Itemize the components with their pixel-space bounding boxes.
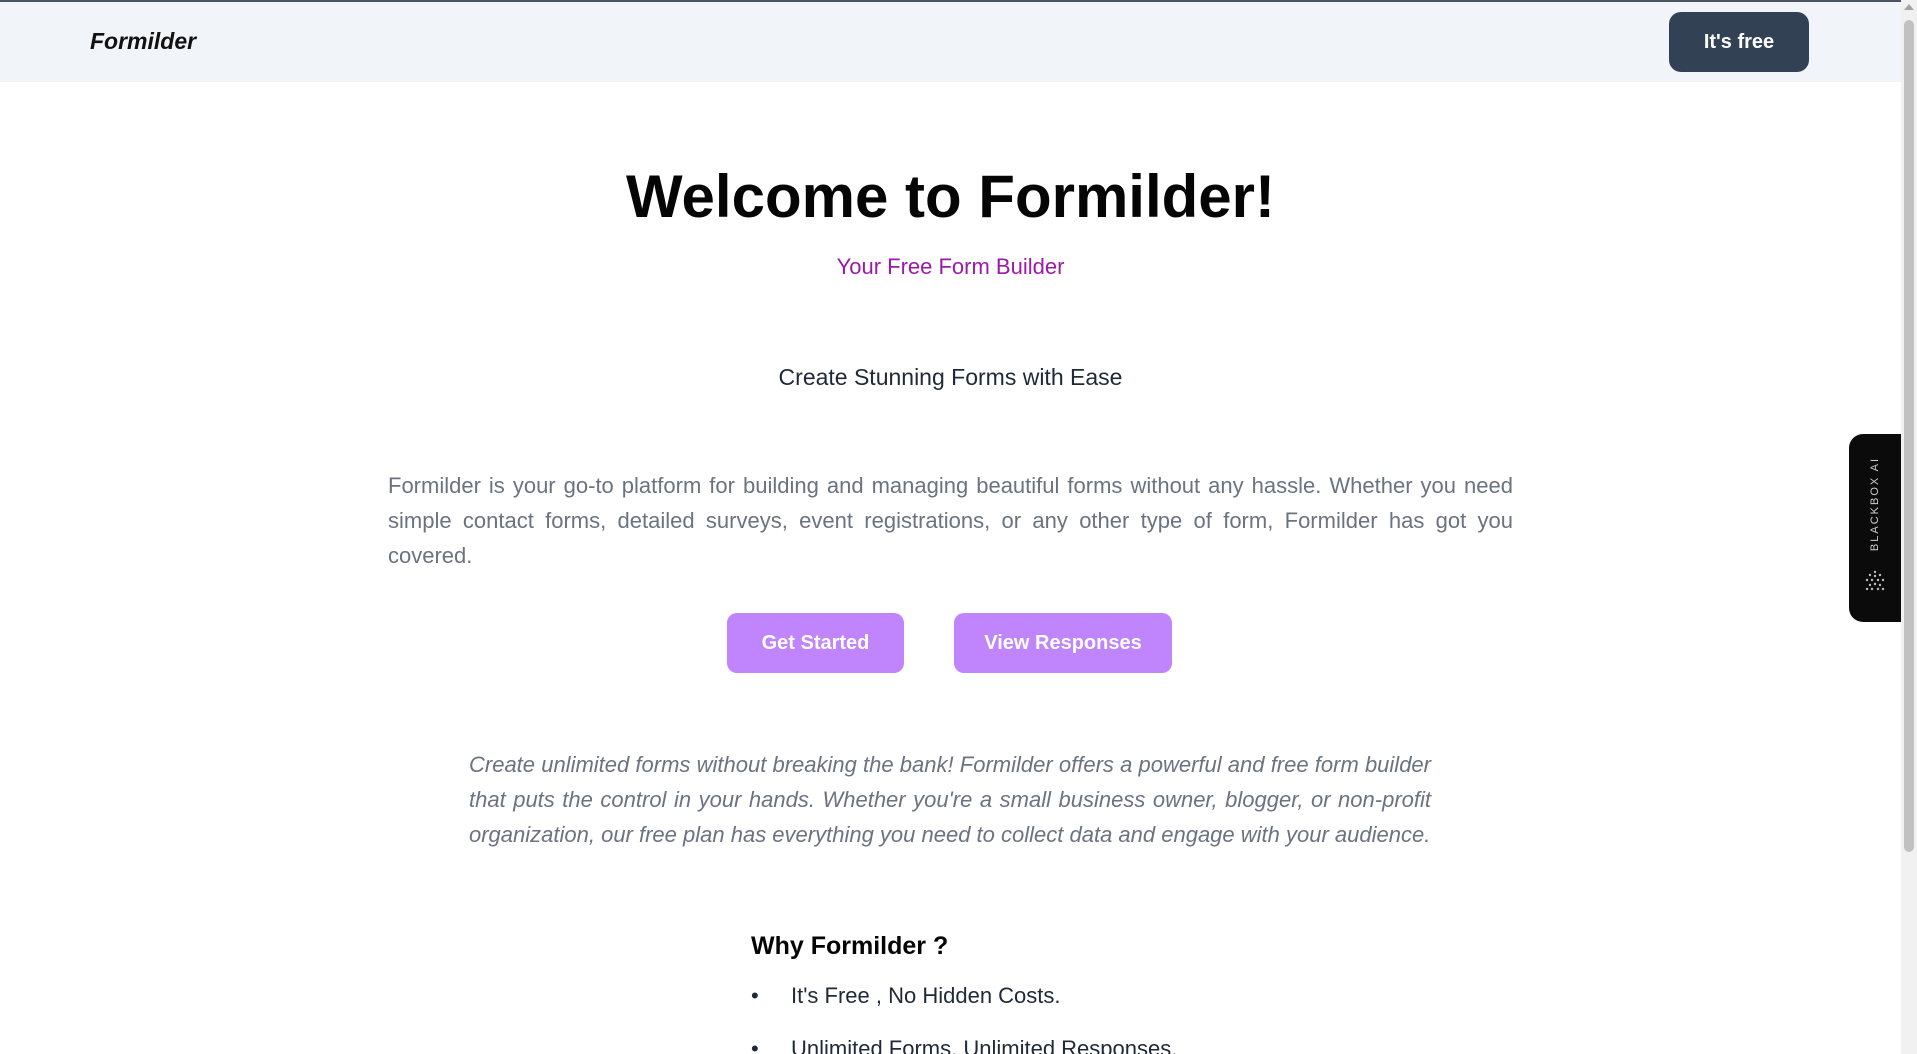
pitch-paragraph: Create unlimited forms without breaking … bbox=[469, 752, 1431, 847]
view-responses-button[interactable]: View Responses bbox=[954, 613, 1172, 673]
brand-logo[interactable]: Formilder bbox=[90, 28, 196, 55]
blackbox-ai-label: BLACKBOX AI bbox=[1869, 456, 1881, 552]
hero-tagline: Create Stunning Forms with Ease bbox=[778, 364, 1123, 390]
bullet-icon: • bbox=[751, 983, 759, 1008]
scrollbar-thumb[interactable] bbox=[1904, 20, 1914, 852]
blackbox-dots-icon bbox=[1865, 570, 1885, 591]
page-viewport: Formilder It's free Welcome to Formilder… bbox=[0, 0, 1901, 1054]
get-started-button[interactable]: Get Started bbox=[727, 613, 904, 673]
bullet-icon: • bbox=[751, 1036, 759, 1054]
blackbox-ai-widget[interactable]: BLACKBOX AI bbox=[1849, 434, 1901, 622]
scroll-up-icon[interactable] bbox=[1904, 4, 1914, 10]
hero-subtitle: Your Free Form Builder bbox=[836, 254, 1065, 279]
intro-paragraph: Formilder is your go-to platform for bui… bbox=[388, 473, 1513, 568]
why-section-title: Why Formilder ? bbox=[751, 932, 949, 960]
list-item: • It's Free , No Hidden Costs. bbox=[751, 978, 1177, 1013]
vertical-scrollbar[interactable] bbox=[1901, 0, 1917, 1054]
its-free-button[interactable]: It's free bbox=[1669, 12, 1809, 72]
hero-title: Welcome to Formilder! bbox=[626, 163, 1275, 230]
navbar: Formilder It's free bbox=[0, 2, 1901, 82]
list-item-text: Unlimited Forms, Unlimited Responses. bbox=[791, 1036, 1178, 1054]
list-item: • Unlimited Forms, Unlimited Responses. bbox=[751, 1031, 1177, 1054]
hero-buttons: Get Started View Responses bbox=[0, 613, 1901, 675]
why-list: • It's Free , No Hidden Costs. • Unlimit… bbox=[751, 978, 1177, 1054]
list-item-text: It's Free , No Hidden Costs. bbox=[791, 983, 1061, 1008]
